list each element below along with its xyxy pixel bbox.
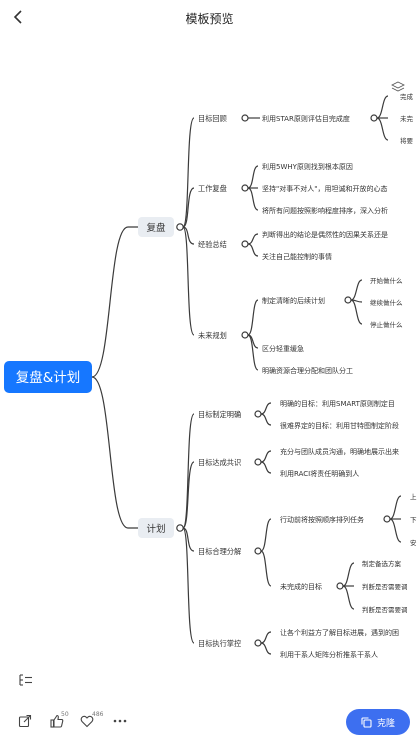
node-goal-review[interactable]: 目标回顾 xyxy=(198,114,227,123)
mindmap-canvas[interactable]: 复盘&计划 复盘 计划 目标回顾 工作复盘 经验总结 未来规划 利用STAR原则… xyxy=(0,34,419,674)
collapse-star-toggle[interactable] xyxy=(370,114,378,122)
collapse-review-toggle[interactable] xyxy=(176,223,184,231)
node-5why[interactable]: 利用5WHY原则找到根本原因 xyxy=(262,162,353,171)
node-sort-issues[interactable]: 将所有问题按照影响程度排序，深入分析 xyxy=(262,206,388,215)
outline-view-icon[interactable] xyxy=(18,672,34,688)
collapse-goal-review-toggle[interactable] xyxy=(241,114,249,122)
copy-icon xyxy=(361,716,372,728)
node-experience[interactable]: 经验总结 xyxy=(198,240,227,249)
collapse-future-plan-toggle[interactable] xyxy=(241,331,249,339)
node-goal-exec[interactable]: 目标执行掌控 xyxy=(198,639,241,648)
node-goal-clarify[interactable]: 目标制定明确 xyxy=(198,410,241,419)
node-work-review[interactable]: 工作复盘 xyxy=(198,184,227,193)
node-stakeholder-progress[interactable]: 让各个利益方了解目标进展，遇到的困 xyxy=(280,628,399,637)
node-star-sub-2[interactable]: 未完 xyxy=(400,114,414,123)
node-smart[interactable]: 明确的目标：利用SMART原则制定目 xyxy=(280,399,395,408)
top-bar: 模板预览 xyxy=(0,0,419,34)
node-goal-consensus[interactable]: 目标达成共识 xyxy=(198,458,241,467)
node-raci[interactable]: 利用RACI将责任明确到人 xyxy=(280,469,359,478)
node-review-label: 复盘 xyxy=(146,222,166,234)
collapse-followup-toggle[interactable] xyxy=(344,296,352,304)
like-count: 50 xyxy=(61,711,69,718)
node-followup-plan[interactable]: 制定清晰的后续计划 xyxy=(262,296,325,305)
node-order-sub-2[interactable]: 下 xyxy=(410,516,417,524)
collapse-work-review-toggle[interactable] xyxy=(241,184,249,192)
page-title: 模板预览 xyxy=(185,12,234,26)
collapse-unfinished-toggle[interactable] xyxy=(336,582,344,590)
more-icon[interactable] xyxy=(113,718,127,724)
node-resource-allocation[interactable]: 明确资源合理分配和团队分工 xyxy=(262,366,353,375)
node-plan-label: 计划 xyxy=(146,523,165,535)
collapse-goal-consensus-toggle[interactable] xyxy=(254,458,262,466)
node-order-tasks[interactable]: 行动前将按照顺序排列任务 xyxy=(280,515,364,524)
collapse-plan-toggle[interactable] xyxy=(176,524,184,532)
node-stop-doing[interactable]: 停止做什么 xyxy=(370,320,403,329)
node-controllable[interactable]: 关注自己能控制的事情 xyxy=(262,252,332,261)
node-order-sub-3[interactable]: 安 xyxy=(410,538,417,547)
node-unfinished-goals[interactable]: 未完成的目标 xyxy=(280,582,322,591)
node-causality[interactable]: 判断得出的结论是偶然性的因果关系还是 xyxy=(262,230,388,239)
node-team-communication[interactable]: 充分与团队成员沟通，明确地展示出来 xyxy=(280,447,399,456)
collapse-order-toggle[interactable] xyxy=(383,515,391,523)
node-continue-doing[interactable]: 继续做什么 xyxy=(370,298,403,307)
clone-button[interactable]: 克隆 xyxy=(346,709,410,735)
node-open-mind[interactable]: 坚持"对事不对人"，用坦诚和开放的心态 xyxy=(262,184,387,193)
collapse-experience-toggle[interactable] xyxy=(241,240,249,248)
node-star-sub-1[interactable]: 完成 xyxy=(400,92,414,101)
node-adjust-check-2[interactable]: 判断是否需要调 xyxy=(362,605,408,614)
collapse-goal-exec-toggle[interactable] xyxy=(254,639,262,647)
node-alternative-plan[interactable]: 制定备选方案 xyxy=(362,559,402,568)
favorite-count: 486 xyxy=(92,711,104,718)
node-star-principle[interactable]: 利用STAR原则评估目完成度 xyxy=(262,114,350,123)
node-goal-breakdown[interactable]: 目标合理分解 xyxy=(198,547,241,556)
collapse-goal-clarify-toggle[interactable] xyxy=(254,410,262,418)
collapse-goal-breakdown-toggle[interactable] xyxy=(254,547,262,555)
root-node-label: 复盘&计划 xyxy=(16,369,81,386)
node-future-plan[interactable]: 未来规划 xyxy=(198,331,227,340)
node-gantt[interactable]: 很难界定的目标：利用甘特图制定阶段 xyxy=(280,421,399,430)
layers-icon xyxy=(391,81,405,92)
node-start-doing[interactable]: 开始做什么 xyxy=(370,276,403,285)
node-order-sub-1[interactable]: 上 xyxy=(410,492,417,501)
node-priority[interactable]: 区分轻重缓急 xyxy=(262,344,304,353)
node-star-sub-3[interactable]: 将要 xyxy=(400,136,414,145)
share-icon[interactable] xyxy=(18,714,32,728)
clone-button-label: 克隆 xyxy=(376,718,395,729)
node-stakeholder-matrix[interactable]: 利用干系人矩阵分析推系干系人 xyxy=(280,650,378,659)
node-adjust-check-1[interactable]: 判断是否需要调 xyxy=(362,582,408,591)
